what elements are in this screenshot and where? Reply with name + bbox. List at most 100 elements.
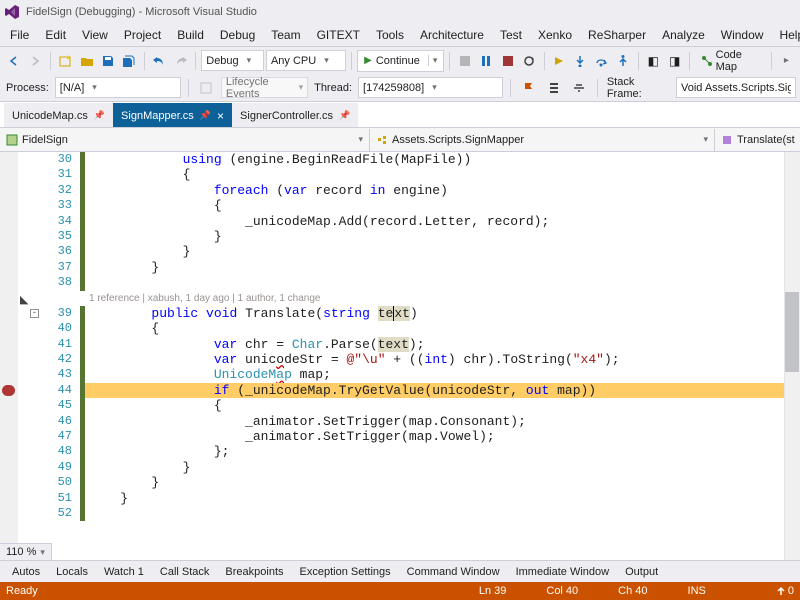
threads-icon[interactable] <box>543 77 564 99</box>
tool-tab-call-stack[interactable]: Call Stack <box>152 563 218 581</box>
debug-location-toolbar: Process: [N/A]▾ Lifecycle Events▾ Thread… <box>0 74 800 102</box>
window-titlebar: FidelSign (Debugging) - Microsoft Visual… <box>0 0 800 24</box>
pause-debug-icon[interactable] <box>477 50 496 72</box>
code-line[interactable]: 41 var chr = Char.Parse(text); <box>42 337 784 352</box>
file-tab[interactable]: SignMapper.cs📌× <box>113 103 232 127</box>
window-title: FidelSign (Debugging) - Microsoft Visual… <box>26 6 257 18</box>
menu-view[interactable]: View <box>74 26 116 44</box>
menu-xenko[interactable]: Xenko <box>530 26 580 44</box>
tool-tab-watch-1[interactable]: Watch 1 <box>96 563 152 581</box>
zoom-combo[interactable]: 110 %▾ <box>0 543 52 560</box>
thread-combo[interactable]: [174259808]▾ <box>358 77 503 98</box>
menu-debug[interactable]: Debug <box>212 26 263 44</box>
menu-edit[interactable]: Edit <box>37 26 74 44</box>
code-line[interactable]: 31 { <box>42 167 784 182</box>
pin-icon[interactable]: 📌 <box>200 110 211 121</box>
stop-icon[interactable] <box>498 50 517 72</box>
code-line[interactable]: 32 foreach (var record in engine) <box>42 183 784 198</box>
solution-platform-combo[interactable]: Any CPU▾ <box>266 50 346 71</box>
menu-project[interactable]: Project <box>116 26 169 44</box>
code-line[interactable]: 39 public void Translate(string text)- <box>42 306 784 321</box>
code-line[interactable]: 43 UnicodeMap map; <box>42 367 784 382</box>
file-tab[interactable]: UnicodeMap.cs📌 <box>4 103 113 127</box>
tool-tab-command-window[interactable]: Command Window <box>399 563 508 581</box>
pin-icon[interactable]: 📌 <box>339 110 350 121</box>
code-line[interactable]: 46 _animator.SetTrigger(map.Consonant); <box>42 414 784 429</box>
code-line[interactable]: 33 { <box>42 198 784 213</box>
toolbar-overflow-icon[interactable]: ▸ <box>777 50 796 72</box>
menu-test[interactable]: Test <box>492 26 530 44</box>
publish-button[interactable]: 0 <box>776 585 794 597</box>
code-line[interactable]: 40 { <box>42 321 784 336</box>
code-line[interactable]: 44 if (_unicodeMap.TryGetValue(unicodeSt… <box>42 383 784 398</box>
nav-member-combo[interactable]: Translate(st <box>715 129 800 151</box>
tool-tab-breakpoints[interactable]: Breakpoints <box>217 563 291 581</box>
codemap-button[interactable]: Code Map <box>695 50 766 72</box>
vertical-scrollbar[interactable] <box>784 152 800 560</box>
menu-help[interactable]: Help <box>771 26 800 44</box>
menu-team[interactable]: Team <box>263 26 308 44</box>
solution-config-combo[interactable]: Debug▾ <box>201 50 264 71</box>
thread-filter-icon[interactable] <box>569 77 590 99</box>
code-line[interactable]: 50 } <box>42 475 784 490</box>
code-line[interactable]: 45 { <box>42 398 784 413</box>
code-line[interactable]: 47 _animator.SetTrigger(map.Vowel); <box>42 429 784 444</box>
breakpoint-icon[interactable] <box>2 385 13 396</box>
tool-tab-locals[interactable]: Locals <box>48 563 96 581</box>
code-editor[interactable]: 30 using (engine.BeginReadFile(MapFile))… <box>0 152 800 560</box>
open-file-icon[interactable] <box>77 50 96 72</box>
line-number: 39 <box>42 306 80 321</box>
code-line[interactable]: 51 } <box>42 491 784 506</box>
nav-back-icon[interactable] <box>4 50 23 72</box>
code-line[interactable]: 38 <box>42 275 784 290</box>
kudos-1-icon[interactable]: ◧ <box>644 50 663 72</box>
undo-icon[interactable] <box>150 50 169 72</box>
menu-build[interactable]: Build <box>169 26 212 44</box>
code-line[interactable]: 37 } <box>42 260 784 275</box>
restart-icon[interactable] <box>519 50 538 72</box>
tool-tab-output[interactable]: Output <box>617 563 666 581</box>
line-number: 49 <box>42 460 80 475</box>
kudos-2-icon[interactable]: ◨ <box>665 50 684 72</box>
save-all-icon[interactable] <box>120 50 139 72</box>
nav-type-combo[interactable]: Assets.Scripts.SignMapper▾ <box>370 129 715 151</box>
step-into-icon[interactable] <box>571 50 590 72</box>
step-out-icon[interactable] <box>613 50 632 72</box>
file-tab-label: SignerController.cs <box>240 110 333 122</box>
codelens-text[interactable]: 1 reference | xabush, 1 day ago | 1 auth… <box>85 291 784 306</box>
tool-tab-autos[interactable]: Autos <box>4 563 48 581</box>
code-line[interactable]: 49 } <box>42 460 784 475</box>
menu-analyze[interactable]: Analyze <box>654 26 713 44</box>
code-line[interactable]: 36 } <box>42 244 784 259</box>
save-icon[interactable] <box>98 50 117 72</box>
file-tab[interactable]: SignerController.cs 📌 <box>232 103 358 127</box>
flag-icon[interactable] <box>518 77 539 99</box>
code-line[interactable]: 48 }; <box>42 444 784 459</box>
menu-resharper[interactable]: ReSharper <box>580 26 654 44</box>
code-line[interactable]: 30 using (engine.BeginReadFile(MapFile)) <box>42 152 784 167</box>
menu-tools[interactable]: Tools <box>368 26 412 44</box>
process-combo[interactable]: [N/A]▾ <box>55 77 181 98</box>
tool-tab-exception-settings[interactable]: Exception Settings <box>292 563 399 581</box>
code-line[interactable]: 42 var unicodeStr = @"\u" + ((int) chr).… <box>42 352 784 367</box>
menu-gitext[interactable]: GITEXT <box>309 26 368 44</box>
code-line[interactable]: 35 } <box>42 229 784 244</box>
code-line[interactable]: 34 _unicodeMap.Add(record.Letter, record… <box>42 214 784 229</box>
close-icon[interactable]: × <box>217 109 224 123</box>
menu-architecture[interactable]: Architecture <box>412 26 492 44</box>
outline-toggle-icon[interactable]: - <box>30 309 39 318</box>
continue-button[interactable]: ▶Continue▾ <box>357 50 444 72</box>
show-next-stmt-icon[interactable] <box>549 50 568 72</box>
status-col: Col 40 <box>546 585 578 597</box>
code-line[interactable]: 52 <box>42 506 784 521</box>
stackframe-label: Stack Frame: <box>605 76 672 100</box>
menu-file[interactable]: File <box>2 26 37 44</box>
pin-icon[interactable]: 📌 <box>94 110 105 121</box>
new-project-icon[interactable] <box>56 50 75 72</box>
step-over-icon[interactable] <box>592 50 611 72</box>
stackframe-combo[interactable]: Void Assets.Scripts.SignMapper.Tra <box>676 77 796 98</box>
menu-window[interactable]: Window <box>713 26 772 44</box>
tool-tab-immediate-window[interactable]: Immediate Window <box>508 563 618 581</box>
nav-project-combo[interactable]: FidelSign▾ <box>0 129 370 151</box>
scrollbar-thumb[interactable] <box>785 292 799 372</box>
